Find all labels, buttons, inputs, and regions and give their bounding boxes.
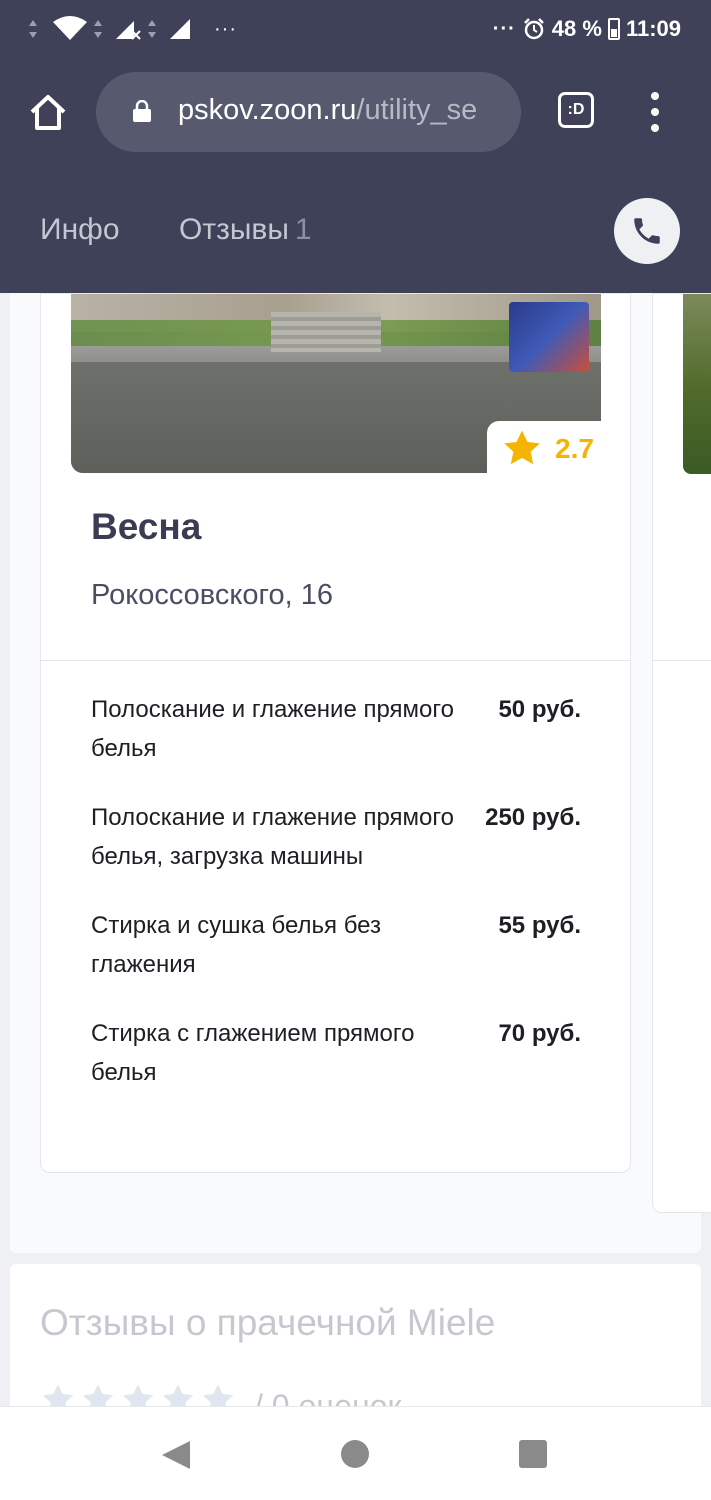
- status-right: ··· 48 % 11:09: [493, 16, 681, 42]
- status-bar: ··· ··· 48 % 11:09: [0, 0, 711, 62]
- divider: [653, 660, 711, 661]
- battery-icon: [607, 18, 620, 40]
- service-row: Стирка и сушка белья без глажения 55 руб…: [91, 906, 581, 984]
- service-price: 70 руб.: [498, 1020, 581, 1047]
- rating-badge: 2.7: [487, 421, 607, 477]
- org-card[interactable]: 2.7 Весна Рокоссовского, 16 Полоскание и…: [40, 293, 631, 1173]
- tabs-button[interactable]: :D: [558, 92, 594, 128]
- url-domain: pskov.zoon.ru: [178, 94, 357, 126]
- service-name: Стирка с глажением прямого белья: [91, 1020, 415, 1086]
- battery-percent: 48 %: [551, 16, 602, 41]
- signal-no-sim-icon: [116, 21, 141, 40]
- next-org-photo: [683, 294, 711, 474]
- org-address: Рокоссовского, 16: [91, 579, 333, 611]
- status-left: ···: [28, 16, 237, 42]
- tab-reviews[interactable]: Отзывы 1: [179, 213, 312, 247]
- service-name: Стирка и сушка белья без глажения: [91, 912, 381, 978]
- alarm-icon: [523, 18, 544, 40]
- service-price: 55 руб.: [498, 912, 581, 939]
- service-row: Стирка с глажением прямого белья 70 руб.: [91, 1014, 581, 1092]
- service-name: Полоскание и глажение прямого белья: [91, 696, 454, 762]
- org-name[interactable]: Весна: [91, 506, 201, 548]
- reviews-title: Отзывы о прачечной Miele: [40, 1302, 496, 1343]
- home-nav-icon[interactable]: [341, 1440, 369, 1468]
- lock-icon: [133, 100, 151, 122]
- back-icon[interactable]: [160, 1439, 192, 1471]
- address-bar[interactable]: pskov.zoon.ru/utility_se: [96, 72, 521, 152]
- service-price: 250 руб.: [485, 804, 581, 831]
- data-arrows-icon: [94, 20, 102, 38]
- browser-toolbar: pskov.zoon.ru/utility_se :D: [0, 62, 711, 168]
- tab-reviews-label: Отзывы: [179, 213, 289, 246]
- status-more-icon: ···: [214, 17, 237, 40]
- data-arrows-icon: [29, 20, 37, 38]
- status-more-icon: ···: [492, 17, 516, 40]
- page-nav: Инфо Отзывы 1: [0, 168, 711, 293]
- next-org-card[interactable]: [652, 293, 711, 1213]
- service-price: 50 руб.: [498, 696, 581, 723]
- services-list: Полоскание и глажение прямого белья 50 р…: [91, 690, 581, 1122]
- star-icon: [504, 430, 540, 465]
- home-icon[interactable]: [26, 90, 70, 134]
- url-text: pskov.zoon.ru/utility_se: [178, 94, 477, 127]
- rating-value: 2.7: [555, 433, 594, 464]
- call-button[interactable]: [614, 198, 680, 264]
- tab-info[interactable]: Инфо: [40, 213, 120, 247]
- tab-reviews-count: 1: [294, 213, 312, 246]
- service-name: Полоскание и глажение прямого белья, заг…: [91, 804, 454, 870]
- system-nav-bar: [0, 1406, 711, 1500]
- reviews-section: Отзывы о прачечной Miele / 0 оценок: [10, 1264, 701, 1424]
- url-path: /utility_se: [356, 94, 478, 126]
- service-row: Полоскание и глажение прямого белья 50 р…: [91, 690, 581, 768]
- divider: [41, 660, 630, 661]
- wifi-icon: [53, 16, 87, 40]
- phone-icon: [634, 218, 660, 244]
- data-arrows-icon: [148, 20, 156, 38]
- recent-apps-icon[interactable]: [519, 1440, 547, 1468]
- clock: 11:09: [625, 16, 681, 41]
- menu-icon[interactable]: [648, 92, 662, 132]
- service-row: Полоскание и глажение прямого белья, заг…: [91, 798, 581, 876]
- signal-icon: [170, 19, 190, 39]
